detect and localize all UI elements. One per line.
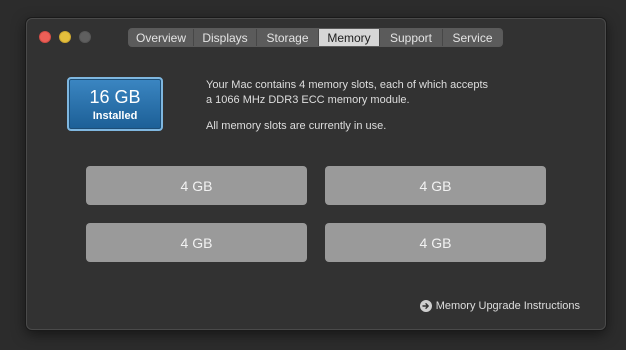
memory-slot-2: 4 GB bbox=[325, 166, 546, 205]
tab-storage[interactable]: Storage bbox=[257, 29, 319, 46]
minimize-button[interactable] bbox=[59, 31, 71, 43]
tab-support[interactable]: Support bbox=[380, 29, 443, 46]
description-line-2: a 1066 MHz DDR3 ECC memory module. bbox=[206, 94, 410, 106]
memory-slot-3: 4 GB bbox=[86, 223, 307, 262]
memory-slot-1: 4 GB bbox=[86, 166, 307, 205]
memory-upgrade-instructions-link[interactable]: Memory Upgrade Instructions bbox=[419, 300, 580, 312]
arrow-circle-right-icon bbox=[419, 300, 432, 312]
memory-status: Installed bbox=[92, 110, 138, 122]
memory-installed-badge: 16 GB Installed bbox=[67, 77, 163, 131]
tab-bar: Overview Displays Storage Memory Support… bbox=[128, 28, 503, 47]
tab-overview[interactable]: Overview bbox=[129, 29, 194, 46]
tab-service[interactable]: Service bbox=[443, 29, 502, 46]
slots-note: All memory slots are currently in use. bbox=[206, 120, 387, 132]
memory-total: 16 GB bbox=[89, 87, 141, 107]
tab-displays[interactable]: Displays bbox=[194, 29, 257, 46]
tab-memory[interactable]: Memory bbox=[319, 29, 380, 46]
upgrade-link-label: Memory Upgrade Instructions bbox=[435, 300, 580, 312]
close-button[interactable] bbox=[39, 31, 51, 43]
zoom-button[interactable] bbox=[79, 31, 91, 43]
description-line-1: Your Mac contains 4 memory slots, each o… bbox=[206, 79, 489, 91]
memory-description: Your Mac contains 4 memory slots, each o… bbox=[206, 78, 546, 134]
about-this-mac-window: Overview Displays Storage Memory Support… bbox=[26, 18, 606, 330]
titlebar: Overview Displays Storage Memory Support… bbox=[27, 19, 605, 57]
memory-slot-4: 4 GB bbox=[325, 223, 546, 262]
